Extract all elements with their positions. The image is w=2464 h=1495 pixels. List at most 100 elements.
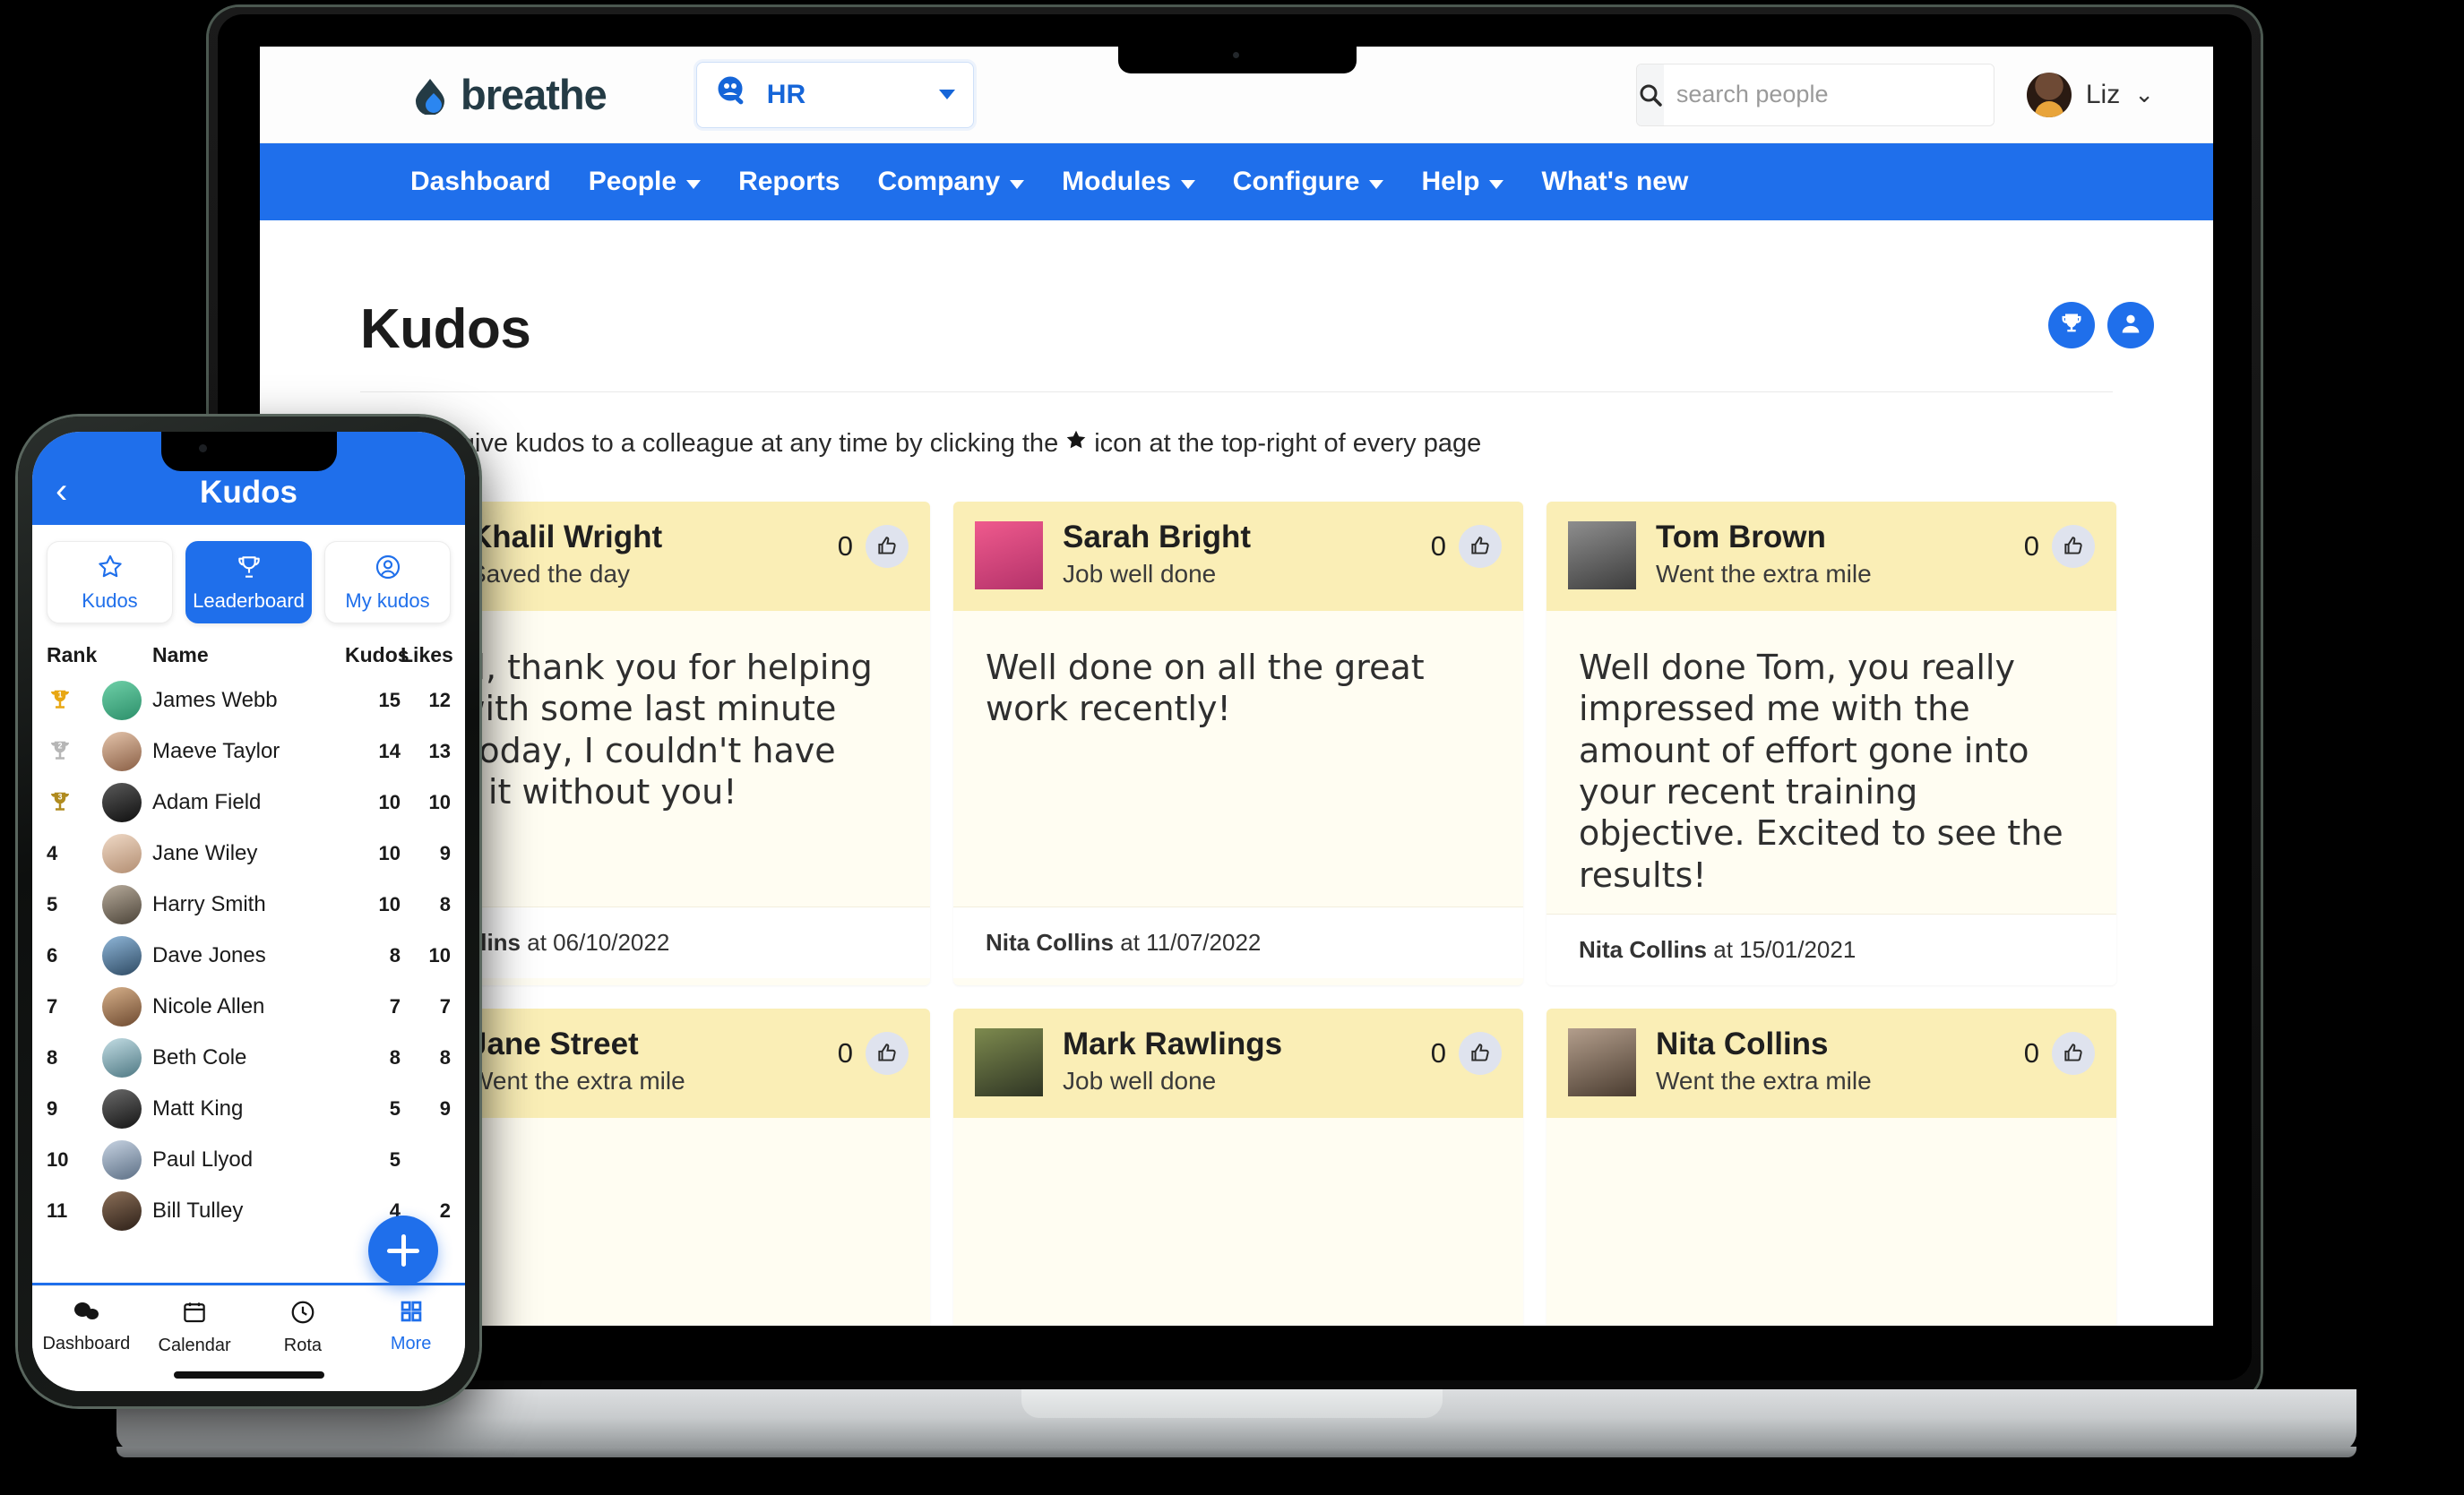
star-icon	[1064, 428, 1088, 459]
tab-kudos[interactable]: Kudos	[47, 541, 173, 623]
leaderboard-button[interactable]	[2048, 302, 2095, 348]
nav-item-reports[interactable]: Reports	[738, 167, 840, 197]
top-bar-right: Liz ⌄	[1635, 63, 2154, 126]
laptop-base-notch	[1021, 1389, 1443, 1418]
rank-number: 4	[47, 841, 58, 864]
like-button[interactable]	[2052, 1032, 2095, 1076]
my-kudos-button[interactable]	[2107, 302, 2154, 348]
nav-item-configure[interactable]: Configure	[1233, 167, 1384, 197]
kudos-recipient-name: Mark Rawlings	[1063, 1027, 1283, 1062]
list-item[interactable]: 9 Matt King 5 9	[32, 1083, 465, 1134]
kudos-reason: Went the extra mile	[1656, 559, 1872, 588]
kudos-at-label: at	[527, 929, 547, 956]
rank-medal-gold: 1	[47, 687, 102, 714]
nav-label: Dashboard	[410, 167, 551, 196]
like-count: 0	[837, 530, 853, 562]
rank-number: 11	[47, 1199, 68, 1222]
rank-number: 6	[47, 943, 58, 967]
nav-label: Help	[1421, 167, 1480, 196]
nav-item-company[interactable]: Company	[877, 167, 1025, 197]
person-name: Dave Jones	[152, 942, 266, 967]
avatar	[102, 782, 142, 822]
kudos-at-label: at	[1713, 936, 1733, 964]
nav-item-help[interactable]: Help	[1421, 167, 1504, 197]
like-button[interactable]	[1459, 1032, 1502, 1076]
module-select-value: HR	[766, 79, 806, 109]
page-header-actions	[2048, 302, 2154, 361]
kudos-count: 10	[378, 841, 401, 864]
kudos-likes: 0	[2024, 521, 2095, 568]
nav-label: Modules	[1062, 167, 1171, 196]
like-button[interactable]	[2052, 525, 2095, 568]
brand-name: breathe	[461, 71, 607, 118]
home-indicator	[173, 1371, 324, 1379]
kudos-card[interactable]: Mark Rawlings Job well done 0	[953, 1009, 1523, 1326]
chevron-down-icon: ⌄	[2134, 81, 2154, 107]
list-item[interactable]: 8 Beth Cole 8 8	[32, 1032, 465, 1083]
nav-label: What's new	[1541, 167, 1689, 196]
chevron-down-icon	[938, 90, 955, 99]
nav-item-dashboard[interactable]: Dashboard	[410, 167, 551, 197]
avatar	[102, 1139, 142, 1180]
like-button[interactable]	[866, 1032, 909, 1076]
kudos-card[interactable]: Nita Collins Went the extra mile 0	[1546, 1009, 2116, 1326]
kudos-reason: Went the extra mile	[470, 1066, 685, 1095]
list-item[interactable]: 3 Adam Field 10 10	[32, 777, 465, 828]
avatar	[102, 935, 142, 975]
column-kudos: Kudos	[345, 643, 409, 666]
list-item[interactable]: 4 Jane Wiley 10 9	[32, 828, 465, 879]
list-item[interactable]: 5 Harry Smith 10 8	[32, 879, 465, 930]
like-count: 0	[837, 1037, 853, 1070]
kudos-message	[953, 1118, 1523, 1326]
kudos-author: Nita Collins	[986, 929, 1115, 956]
kudos-card[interactable]: Sarah Bright Job well done 0 Well done o…	[953, 502, 1523, 986]
screenshot-stage: breathe HR search people Liz ⌄ Dashboard…	[0, 0, 2464, 1495]
nav-item-modules[interactable]: Modules	[1062, 167, 1195, 197]
leaderboard-header: Rank Name Kudos Likes	[32, 631, 465, 674]
laptop-camera-icon	[1233, 52, 1239, 58]
nav-item-whats-new[interactable]: What's new	[1541, 167, 1688, 197]
user-name: Liz	[2085, 79, 2121, 109]
kudos-recipient-name: Sarah Bright	[1063, 520, 1252, 554]
tab-my-kudos[interactable]: My kudos	[324, 541, 451, 623]
list-item[interactable]: 6 Dave Jones 8 10	[32, 930, 465, 981]
kudos-author: Nita Collins	[1579, 936, 1708, 964]
likes-count: 8	[439, 892, 451, 915]
person-name: Jane Wiley	[152, 840, 258, 865]
list-item[interactable]: 10 Paul Llyod 5	[32, 1134, 465, 1185]
bottom-nav-rota[interactable]: Rota	[249, 1299, 358, 1356]
chevron-down-icon	[686, 179, 702, 189]
nav-item-people[interactable]: People	[589, 167, 702, 197]
likes-count: 10	[428, 943, 451, 967]
bottom-nav-more[interactable]: More	[357, 1299, 465, 1354]
kudos-recipient-name: Jane Street	[470, 1027, 639, 1062]
kudos-card-header: Nita Collins Went the extra mile 0	[1546, 1009, 2116, 1119]
nav-label: Company	[877, 167, 1001, 196]
user-menu[interactable]: Liz ⌄	[2026, 72, 2154, 117]
list-item[interactable]: 1 James Webb 15 12	[32, 674, 465, 726]
kudos-recipient-photo	[975, 1028, 1043, 1097]
like-button[interactable]	[866, 525, 909, 568]
search-people[interactable]	[1635, 63, 1994, 126]
kudos-page: Kudos You can give kudos to a colleague …	[260, 220, 2213, 1326]
kudos-card[interactable]: Tom Brown Went the extra mile 0 Well don…	[1546, 502, 2116, 986]
add-kudos-button[interactable]	[368, 1216, 438, 1285]
kudos-date: 15/01/2021	[1739, 936, 1857, 964]
kudos-count: 8	[389, 943, 401, 967]
kudos-recipient-name: Nita Collins	[1656, 1027, 1829, 1062]
list-item[interactable]: 2 Maeve Taylor 14 13	[32, 726, 465, 777]
tab-label: Kudos	[82, 589, 138, 612]
breathe-logo[interactable]: breathe	[410, 70, 607, 119]
tab-leaderboard[interactable]: Leaderboard	[185, 541, 312, 623]
rank-number: 9	[47, 1096, 58, 1120]
chevron-down-icon	[1489, 179, 1504, 189]
list-item[interactable]: 7 Nicole Allen 7 7	[32, 981, 465, 1032]
search-input[interactable]	[1663, 64, 1994, 125]
kudos-message: Well done on all the great work recently…	[986, 648, 1425, 729]
bottom-nav-dashboard[interactable]: Dashboard	[32, 1299, 141, 1354]
bottom-nav-calendar[interactable]: Calendar	[141, 1299, 249, 1356]
module-select[interactable]: HR	[695, 61, 974, 128]
kudos-count: 8	[389, 1045, 401, 1069]
like-button[interactable]	[1459, 525, 1502, 568]
person-name: Beth Cole	[152, 1044, 247, 1070]
